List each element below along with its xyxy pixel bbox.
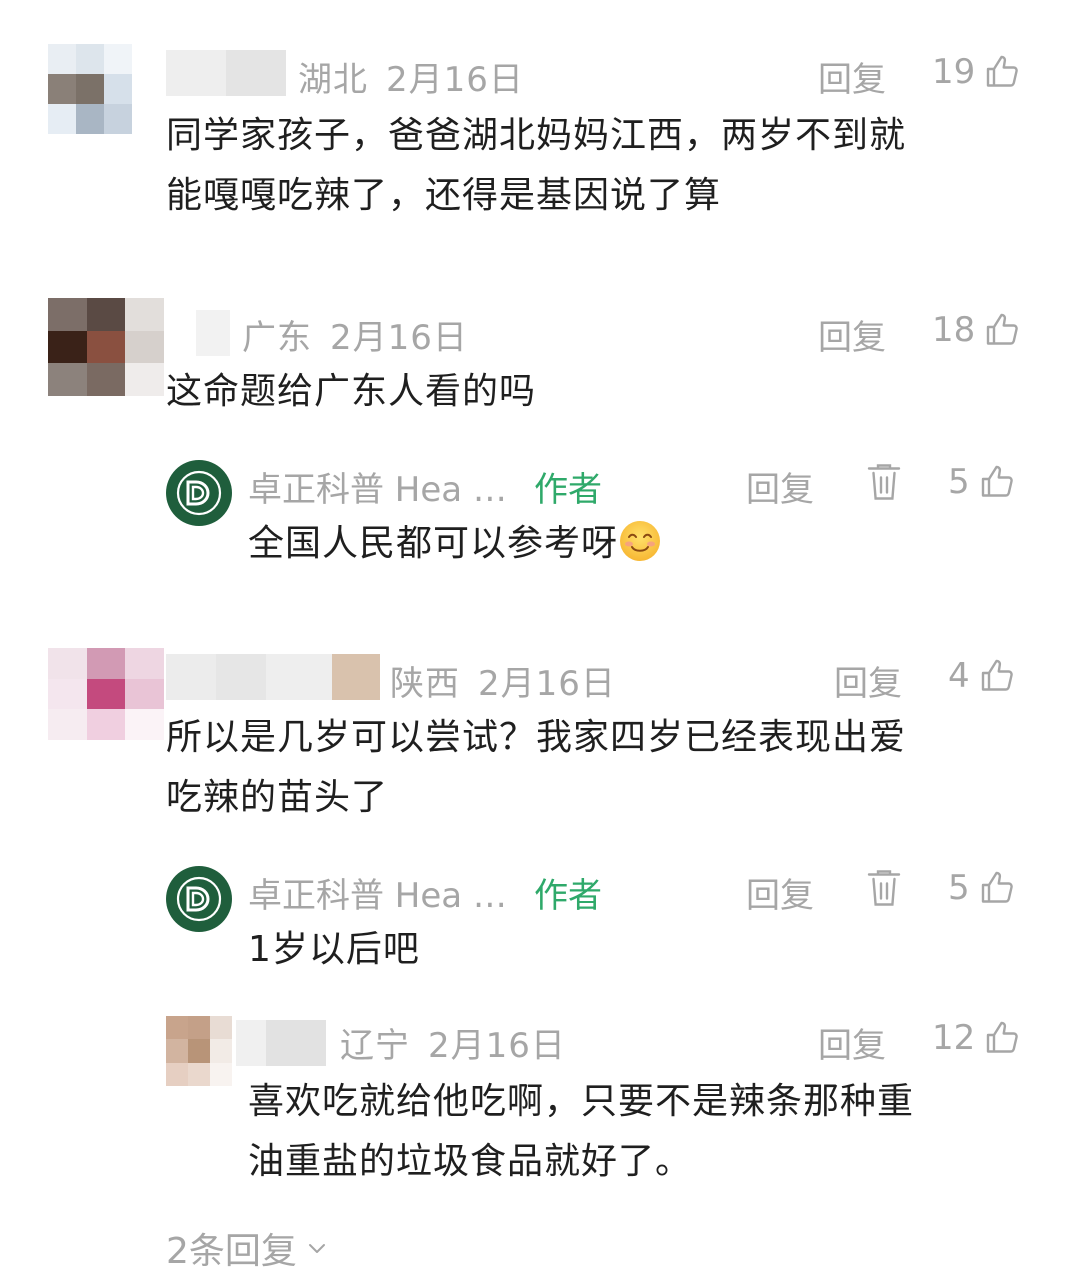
region-label: 广东 xyxy=(242,318,312,358)
like-button[interactable]: 18 xyxy=(932,310,1021,350)
reply-button[interactable]: 回复 xyxy=(818,1018,886,1067)
reply-text-line: 油重盐的垃圾食品就好了。 xyxy=(248,1141,693,1182)
thumbs-up-icon xyxy=(981,465,1013,497)
like-button[interactable]: 19 xyxy=(932,52,1021,92)
reply-button[interactable]: 回复 xyxy=(746,462,814,511)
author-name[interactable]: 卓正科普 Hea … xyxy=(248,868,507,917)
logo-mark xyxy=(176,470,222,516)
comment-meta: 辽宁 2月16日 xyxy=(340,1018,566,1067)
reply-text-content: 全国人民都可以参考呀 xyxy=(248,523,619,564)
region-label: 辽宁 xyxy=(340,1026,410,1066)
trash-icon[interactable] xyxy=(866,868,902,908)
expand-replies-button[interactable]: 2条回复 xyxy=(166,1222,329,1274)
date-label: 2月16日 xyxy=(478,664,616,704)
reply-button[interactable]: 回复 xyxy=(818,310,886,359)
reply-button[interactable]: 回复 xyxy=(746,868,814,917)
comment-meta: 陕西 2月16日 xyxy=(390,656,616,705)
avatar[interactable] xyxy=(48,44,132,134)
more-replies-label: 2条回复 xyxy=(166,1231,297,1272)
like-count: 12 xyxy=(932,1018,976,1058)
comment-text: 这命题给广东人看的吗 xyxy=(166,362,536,422)
like-button[interactable]: 5 xyxy=(948,868,1016,908)
comment-text-line: 同学家孩子，爸爸湖北妈妈江西，两岁不到就 xyxy=(166,115,907,156)
date-label: 2月16日 xyxy=(428,1026,566,1066)
author-tag: 作者 xyxy=(534,876,602,916)
avatar[interactable] xyxy=(48,648,164,740)
author-tag: 作者 xyxy=(534,470,602,510)
comment-text: 所以是几岁可以尝试？我家四岁已经表现出爱 吃辣的苗头了 xyxy=(166,708,906,828)
username-blurred[interactable] xyxy=(236,1020,326,1066)
region-label: 陕西 xyxy=(390,664,460,704)
comment-text-line: 能嘎嘎吃辣了，还得是基因说了算 xyxy=(166,175,722,216)
author-name[interactable]: 卓正科普 Hea … xyxy=(248,462,507,511)
date-label: 2月16日 xyxy=(386,60,524,100)
reply-text: 1岁以后吧 xyxy=(248,920,420,980)
trash-icon[interactable] xyxy=(866,462,902,502)
reply-button[interactable]: 回复 xyxy=(818,52,886,101)
thumbs-up-icon xyxy=(987,1021,1019,1053)
comment-text: 同学家孩子，爸爸湖北妈妈江西，两岁不到就 能嘎嘎吃辣了，还得是基因说了算 xyxy=(166,106,906,226)
reply-button[interactable]: 回复 xyxy=(834,656,902,705)
thumbs-up-icon xyxy=(987,55,1019,87)
date-label: 2月16日 xyxy=(330,318,468,358)
smiling-face-emoji-icon xyxy=(620,521,661,561)
region-label: 湖北 xyxy=(298,60,368,100)
like-count: 5 xyxy=(948,462,970,502)
thumbs-up-icon xyxy=(981,871,1013,903)
like-count: 18 xyxy=(932,310,976,350)
reply-text: 全国人民都可以参考呀 xyxy=(248,514,662,574)
comment-text-line: 吃辣的苗头了 xyxy=(166,777,389,818)
avatar[interactable] xyxy=(48,298,164,396)
logo-mark xyxy=(176,876,222,922)
comment-text-line: 这命题给广东人看的吗 xyxy=(166,371,537,412)
like-button[interactable]: 4 xyxy=(948,656,1016,696)
comment-meta: 湖北 2月16日 xyxy=(298,52,524,101)
zhuozheng-logo-icon[interactable] xyxy=(166,866,232,932)
comment-meta: 广东 2月16日 xyxy=(242,310,468,359)
username-blurred[interactable] xyxy=(166,654,380,700)
like-count: 4 xyxy=(948,656,970,696)
like-count: 5 xyxy=(948,868,970,908)
like-count: 19 xyxy=(932,52,976,92)
reply-text-content: 1岁以后吧 xyxy=(248,929,420,970)
chevron-down-icon xyxy=(308,1244,325,1253)
like-button[interactable]: 12 xyxy=(932,1018,1021,1058)
like-button[interactable]: 5 xyxy=(948,462,1016,502)
username-blurred[interactable] xyxy=(166,50,286,96)
comment-text-line: 所以是几岁可以尝试？我家四岁已经表现出爱 xyxy=(166,717,907,758)
reply-text: 喜欢吃就给他吃啊，只要不是辣条那种重 油重盐的垃圾食品就好了。 xyxy=(248,1072,914,1192)
thumbs-up-icon xyxy=(981,659,1013,691)
avatar[interactable] xyxy=(166,1016,232,1086)
thumbs-up-icon xyxy=(987,313,1019,345)
username-blurred[interactable] xyxy=(196,310,230,356)
zhuozheng-logo-icon[interactable] xyxy=(166,460,232,526)
reply-text-line: 喜欢吃就给他吃啊，只要不是辣条那种重 xyxy=(248,1081,915,1122)
